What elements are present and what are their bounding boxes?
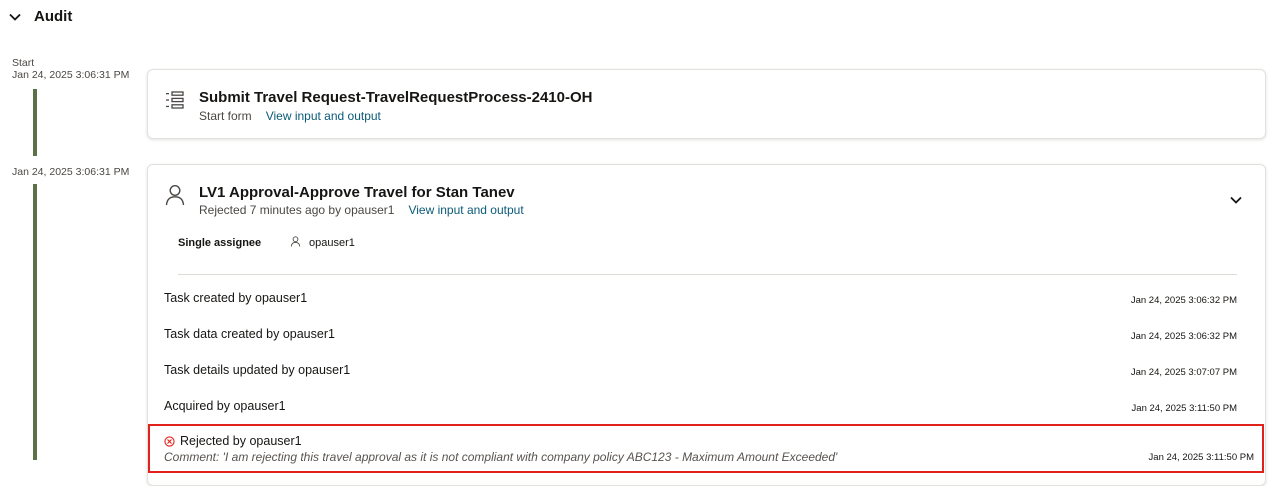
user-icon xyxy=(165,184,185,211)
view-input-output-link[interactable]: View input and output xyxy=(266,109,381,123)
audit-event-row: Task details updated by opauser1 Jan 24,… xyxy=(164,363,1251,378)
event-date: Jan 24, 2025 3:06:32 PM xyxy=(1130,295,1237,306)
assignee-name: opauser1 xyxy=(309,237,355,249)
event-date: Jan 24, 2025 3:11:50 PM xyxy=(1148,452,1254,463)
section-title: Audit xyxy=(34,8,73,25)
event-date: Jan 24, 2025 3:07:07 PM xyxy=(1130,367,1237,378)
assignee-user-icon xyxy=(290,236,301,250)
timeline-bar xyxy=(33,184,37,460)
event-text: Rejected by opauser1 xyxy=(180,434,302,448)
audit-section-toggle[interactable]: Audit xyxy=(8,8,72,25)
timeline-start-label: Start xyxy=(12,57,35,69)
assignee-label: Single assignee xyxy=(178,237,262,249)
event-text: Task details updated by opauser1 xyxy=(164,363,351,377)
audit-event-row: Acquired by opauser1 Jan 24, 2025 3:11:5… xyxy=(164,399,1251,414)
event-date: Jan 24, 2025 3:11:50 PM xyxy=(1131,403,1237,414)
start-card-subtitle: Start form xyxy=(199,109,252,123)
view-input-output-link[interactable]: View input and output xyxy=(408,203,523,217)
list-form-icon xyxy=(165,90,185,115)
task-card-status: Rejected 7 minutes ago by opauser1 xyxy=(199,203,395,217)
start-card-title: Submit Travel Request-TravelRequestProce… xyxy=(199,89,593,106)
event-date: Jan 24, 2025 3:06:32 PM xyxy=(1130,331,1237,342)
start-form-card: Submit Travel Request-TravelRequestProce… xyxy=(147,69,1266,139)
event-text: Task created by opauser1 xyxy=(164,291,308,305)
timeline-start-date: Jan 24, 2025 3:06:31 PM xyxy=(12,69,130,81)
expand-chevron-icon[interactable] xyxy=(1229,193,1243,212)
divider xyxy=(178,274,1237,275)
event-text: Acquired by opauser1 xyxy=(164,399,286,413)
rejected-event-highlight: Rejected by opauser1 Comment: 'I am reje… xyxy=(148,424,1264,473)
audit-event-row: Task created by opauser1 Jan 24, 2025 3:… xyxy=(164,291,1251,306)
timeline-task-date: Jan 24, 2025 3:06:31 PM xyxy=(12,166,130,178)
event-text: Task data created by opauser1 xyxy=(164,327,335,341)
event-comment: Comment: 'I am rejecting this travel app… xyxy=(164,450,838,464)
task-card-title: LV1 Approval-Approve Travel for Stan Tan… xyxy=(199,184,515,201)
audit-event-row: Task data created by opauser1 Jan 24, 20… xyxy=(164,327,1251,342)
chevron-down-icon xyxy=(8,10,22,24)
timeline-bar xyxy=(33,89,37,156)
